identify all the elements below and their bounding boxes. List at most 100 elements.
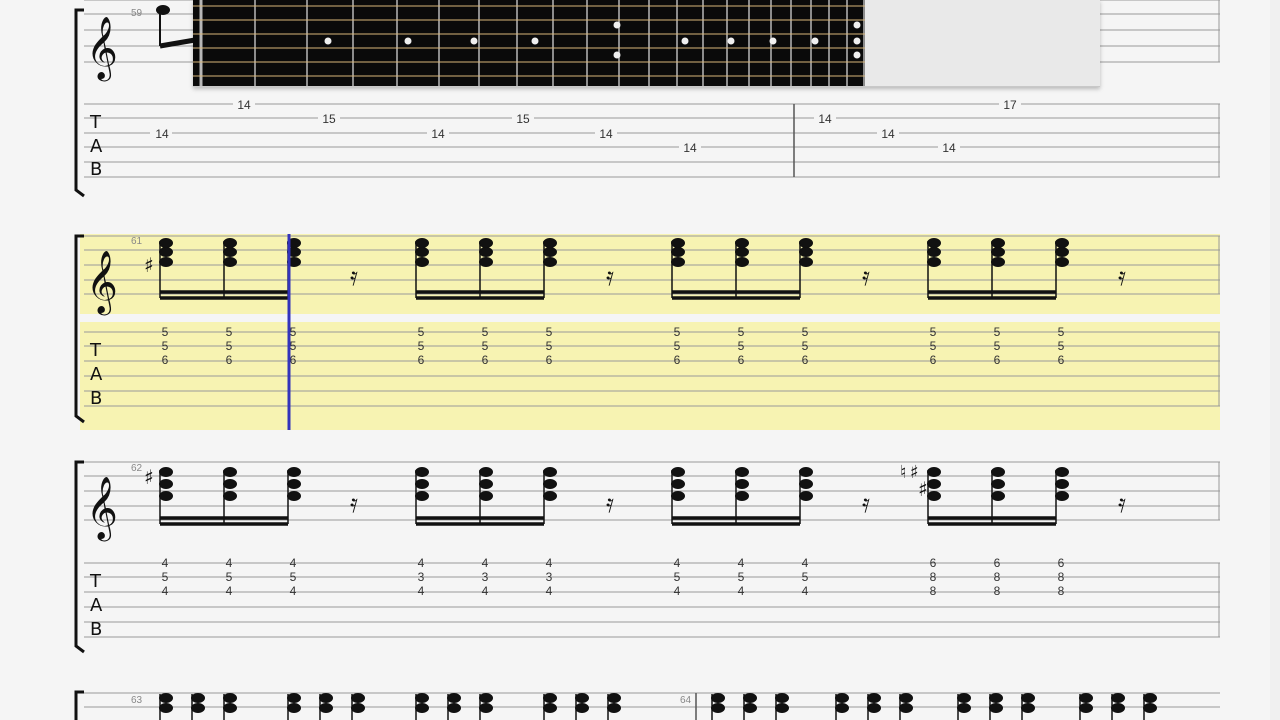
fretboard-panel[interactable]	[193, 0, 1100, 87]
tab-number: 6	[1058, 353, 1065, 367]
note-head	[1021, 693, 1035, 703]
tab-number: 5	[802, 570, 809, 584]
tab-number: 5	[546, 325, 553, 339]
tab-number: 5	[930, 325, 937, 339]
note-head	[543, 467, 557, 477]
treble-clef-icon: 𝄞	[86, 16, 118, 82]
note-head	[775, 703, 789, 713]
tab-clef-t: T	[89, 112, 102, 133]
score-sheet[interactable]: 𝄞 59 T A B 14 14 15 14 15 14 14 14 14 14…	[0, 0, 1280, 720]
tab-number: 14	[683, 141, 697, 155]
note-head	[799, 479, 813, 489]
note-head	[159, 257, 173, 267]
note-head	[415, 467, 429, 477]
note-head	[159, 238, 173, 248]
tab-number: 8	[930, 584, 937, 598]
tab-number: 6	[418, 353, 425, 367]
note-head	[479, 257, 493, 267]
tab-clef-b: B	[90, 159, 102, 180]
tab-number: 5	[418, 339, 425, 353]
tab-number: 5	[738, 325, 745, 339]
note-head	[991, 238, 1005, 248]
fret-inlay-dot	[769, 37, 777, 45]
fretboard-view[interactable]	[193, 0, 1100, 86]
note-head	[447, 703, 461, 713]
tab-number: 3	[418, 570, 425, 584]
note-head	[743, 693, 757, 703]
sharp-icon: ♯	[144, 465, 154, 489]
tab-clef-t: T	[89, 571, 102, 592]
tab-number: 4	[290, 556, 297, 570]
tab-number: 4	[482, 556, 489, 570]
tab-number: 5	[290, 570, 297, 584]
tab-number: 6	[1058, 556, 1065, 570]
tab-number: 4	[162, 584, 169, 598]
fret-inlay-dot	[853, 51, 861, 59]
measure-number: 62	[131, 463, 143, 474]
note-head	[991, 491, 1005, 501]
note-head	[415, 238, 429, 248]
tab-measure-60: 14 14 14 17	[814, 98, 1021, 155]
tab-number: 4	[738, 556, 745, 570]
note-head	[287, 467, 301, 477]
note-head	[543, 238, 557, 248]
fret-inlay-dot	[613, 51, 621, 59]
note-head	[287, 703, 301, 713]
note-head	[223, 467, 237, 477]
note-head	[415, 257, 429, 267]
note-head	[159, 703, 173, 713]
note-head	[351, 703, 365, 713]
sharp-icon: ♯	[918, 477, 928, 501]
note-head	[989, 693, 1003, 703]
note-head	[223, 247, 237, 257]
system-4: 63 64	[74, 690, 1220, 720]
note-head	[1143, 703, 1157, 713]
note-head	[159, 247, 173, 257]
note-head	[1055, 238, 1069, 248]
note-head	[957, 703, 971, 713]
tab-number: 8	[994, 584, 1001, 598]
fret-inlay-dot	[613, 21, 621, 29]
tab-number: 5	[1058, 339, 1065, 353]
tab-lines	[84, 103, 1220, 178]
note-head	[543, 479, 557, 489]
note-head	[711, 693, 725, 703]
tab-number: 5	[674, 325, 681, 339]
note-head	[735, 467, 749, 477]
note-head	[867, 703, 881, 713]
tab-lines	[84, 562, 1220, 638]
tab-number: 6	[290, 353, 297, 367]
note-head	[191, 693, 205, 703]
system-brace	[74, 690, 84, 720]
note-head	[735, 247, 749, 257]
tab-number: 14	[599, 127, 613, 141]
note-head	[927, 257, 941, 267]
tab-number: 4	[802, 584, 809, 598]
note-head	[735, 257, 749, 267]
note-head	[479, 238, 493, 248]
staff-lines	[84, 692, 1220, 708]
note-head	[711, 703, 725, 713]
sixteenth-rest-icon: 𝄿	[606, 262, 614, 292]
note-head	[159, 479, 173, 489]
vertical-scrollbar[interactable]	[1270, 0, 1280, 720]
note-head	[867, 693, 881, 703]
note-head	[927, 238, 941, 248]
note-head	[351, 693, 365, 703]
note-head	[543, 693, 557, 703]
note-head	[543, 247, 557, 257]
treble-clef-icon: 𝄞	[86, 250, 118, 316]
tab-number: 6	[546, 353, 553, 367]
fret-inlay-dot	[853, 37, 861, 45]
fret-inlay-dot	[404, 37, 412, 45]
tab-number: 6	[674, 353, 681, 367]
note-head	[479, 467, 493, 477]
note-head	[927, 247, 941, 257]
note-head	[1111, 703, 1125, 713]
note-head	[479, 693, 493, 703]
staff-lines	[84, 461, 1220, 521]
note-head	[191, 703, 205, 713]
tab-number: 6	[930, 556, 937, 570]
note-head	[1111, 693, 1125, 703]
note-head	[991, 257, 1005, 267]
